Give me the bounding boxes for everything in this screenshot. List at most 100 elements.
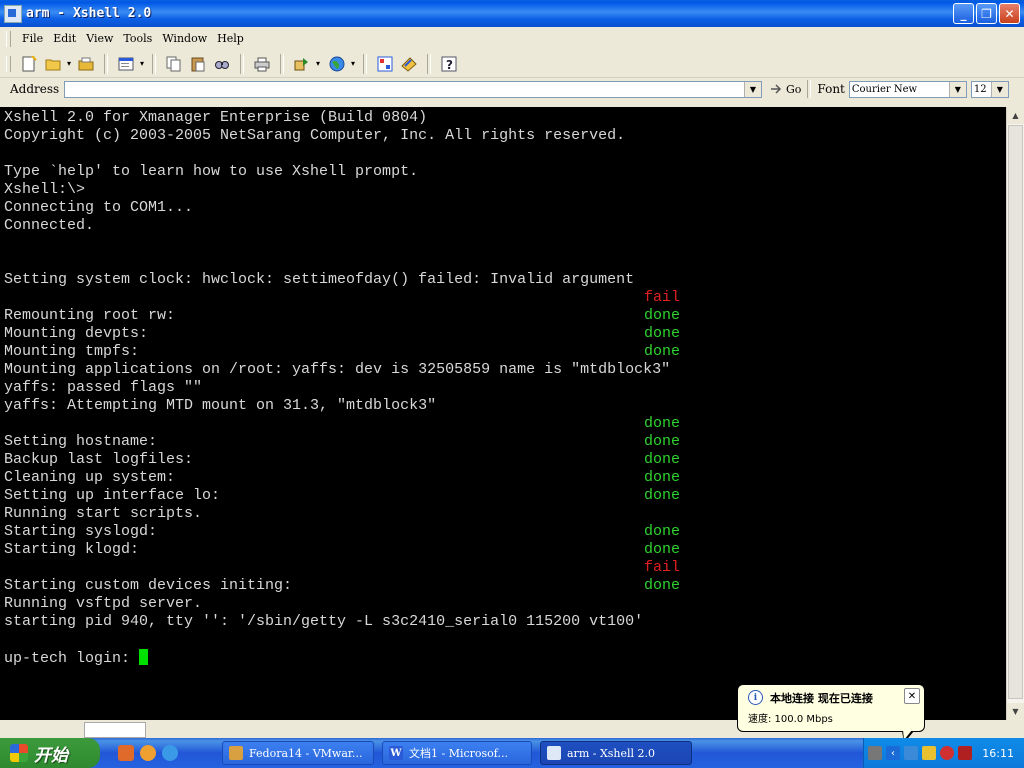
- new-session-icon[interactable]: [20, 55, 38, 73]
- terminal-line-text: Connecting to COM1...: [4, 199, 194, 216]
- start-button[interactable]: 开始: [0, 738, 100, 768]
- open-folder-icon[interactable]: [44, 55, 71, 73]
- transfer-icon[interactable]: [293, 55, 320, 73]
- terminal-line-text: Setting hostname:: [4, 433, 158, 450]
- go-button[interactable]: Go: [770, 83, 801, 96]
- toolbar: ?: [0, 50, 1024, 78]
- word-icon: W: [389, 746, 403, 760]
- status-done: done: [644, 451, 681, 468]
- menu-grip[interactable]: [6, 30, 11, 47]
- terminal-line-text: Type `help' to learn how to use Xshell p…: [4, 163, 419, 180]
- terminal-line-text: Setting system clock: hwclock: settimeof…: [4, 271, 635, 288]
- terminal-line-text: Starting custom devices initing:: [4, 577, 293, 594]
- title-bar[interactable]: arm - Xshell 2.0 _ ❐ ✕: [0, 0, 1024, 27]
- status-fail: fail: [644, 289, 681, 306]
- address-input[interactable]: ▼: [64, 80, 762, 98]
- scroll-down-icon[interactable]: ▼: [1007, 703, 1024, 720]
- status-segment: [4, 722, 74, 736]
- status-tab[interactable]: [84, 722, 146, 738]
- terminal-line-text: Connected.: [4, 217, 95, 234]
- scroll-thumb[interactable]: [1008, 125, 1023, 699]
- xshell-app-icon[interactable]: [4, 4, 22, 23]
- status-done: done: [644, 307, 681, 324]
- terminal-line: Running start scripts.: [4, 505, 670, 523]
- compose-icon[interactable]: [400, 55, 418, 73]
- task-xshell[interactable]: arm - Xshell 2.0: [540, 741, 692, 765]
- ie-icon[interactable]: [162, 745, 178, 761]
- tray-expand-icon[interactable]: ‹: [886, 746, 900, 760]
- find-icon[interactable]: [213, 55, 231, 73]
- address-dropdown-icon[interactable]: ▼: [744, 81, 761, 97]
- menu-help[interactable]: Help: [212, 30, 249, 47]
- help-icon[interactable]: ?: [440, 55, 458, 73]
- window-controls: _ ❐ ✕: [953, 3, 1020, 24]
- terminal-line-text: starting pid 940, tty '': '/sbin/getty -…: [4, 613, 644, 630]
- antivirus-icon[interactable]: [940, 746, 954, 760]
- menu-file[interactable]: File: [17, 30, 48, 47]
- security-shield-icon[interactable]: [922, 746, 936, 760]
- terminal-line: Starting syslogd: done: [4, 523, 680, 541]
- menu-edit[interactable]: Edit: [48, 30, 81, 47]
- xshell-icon: [547, 746, 561, 760]
- maximize-button[interactable]: ❐: [976, 3, 997, 24]
- terminal-line: Setting up interface lo: done: [4, 487, 680, 505]
- terminal-line-text: up-tech login:: [4, 650, 140, 667]
- scroll-up-icon[interactable]: ▲: [1007, 107, 1024, 124]
- task-fedora[interactable]: Fedora14 - VMwar...: [222, 741, 374, 765]
- vmware-icon: [229, 746, 243, 760]
- terminal-line: Starting custom devices initing: done: [4, 577, 680, 595]
- status-fail: fail: [644, 559, 681, 576]
- folder-icon[interactable]: [77, 55, 95, 73]
- terminal-line: fail: [4, 559, 680, 577]
- terminal-line-text: Running start scripts.: [4, 505, 203, 522]
- toolbar-grip[interactable]: [6, 55, 11, 72]
- status-done: done: [644, 325, 681, 342]
- terminal-line: Setting system clock: hwclock: settimeof…: [4, 271, 670, 289]
- keyboard-icon[interactable]: [868, 746, 882, 760]
- font-select[interactable]: Courier New ▼: [848, 80, 967, 98]
- terminal-line-text: Xshell:\>: [4, 181, 86, 198]
- status-done: done: [644, 433, 681, 450]
- properties-icon[interactable]: [117, 55, 144, 73]
- menu-view[interactable]: View: [81, 30, 118, 47]
- terminal-pane[interactable]: Xshell 2.0 for Xmanager Enterprise (Buil…: [0, 107, 1006, 720]
- status-done: done: [644, 487, 681, 504]
- audio-icon[interactable]: [958, 746, 972, 760]
- task-word[interactable]: W 文档1 - Microsof...: [382, 741, 532, 765]
- balloon-close-button[interactable]: ✕: [904, 688, 920, 704]
- minimize-button[interactable]: _: [953, 3, 974, 24]
- terminal-line-text: Mounting devpts:: [4, 325, 149, 342]
- taskbar: 开始 Fedora14 - VMwar... W 文档1 - Microsof.…: [0, 738, 1024, 768]
- network-balloon[interactable]: i 本地连接 现在已连接 速度: 100.0 Mbps ✕: [737, 684, 925, 743]
- system-tray: ‹ 16:11: [863, 738, 1024, 768]
- terminal-line-text: Mounting tmpfs:: [4, 343, 140, 360]
- network-icon[interactable]: [904, 746, 918, 760]
- media-player-icon[interactable]: [140, 745, 156, 761]
- clock: 16:11: [982, 746, 1014, 760]
- terminal-line-text: Copyright (c) 2003-2005 NetSarang Comput…: [4, 127, 626, 144]
- toolbar-separator: [427, 53, 431, 74]
- font-size-select[interactable]: 12 ▼: [970, 80, 1009, 98]
- menu-window[interactable]: Window: [157, 30, 212, 47]
- font-size-dropdown-icon[interactable]: ▼: [990, 81, 1008, 97]
- window-title: arm - Xshell 2.0: [26, 6, 152, 21]
- paste-icon[interactable]: [189, 55, 207, 73]
- terminal-scrollbar[interactable]: ▲ ▼: [1006, 107, 1024, 720]
- close-button[interactable]: ✕: [999, 3, 1020, 24]
- svg-text:?: ?: [446, 58, 453, 72]
- globe-icon[interactable]: [328, 55, 355, 73]
- font-dropdown-icon[interactable]: ▼: [948, 81, 966, 97]
- copy-icon[interactable]: [165, 55, 183, 73]
- desktop-icon[interactable]: [118, 745, 134, 761]
- terminal-line: Type `help' to learn how to use Xshell p…: [4, 163, 670, 181]
- address-separator: [807, 80, 812, 98]
- menu-tools[interactable]: Tools: [118, 30, 157, 47]
- print-icon[interactable]: [253, 55, 271, 73]
- terminal-cursor: [139, 649, 149, 665]
- terminal-line: Connecting to COM1...: [4, 199, 670, 217]
- connect-icon[interactable]: [376, 55, 394, 73]
- terminal-line: Mounting devpts: done: [4, 325, 680, 343]
